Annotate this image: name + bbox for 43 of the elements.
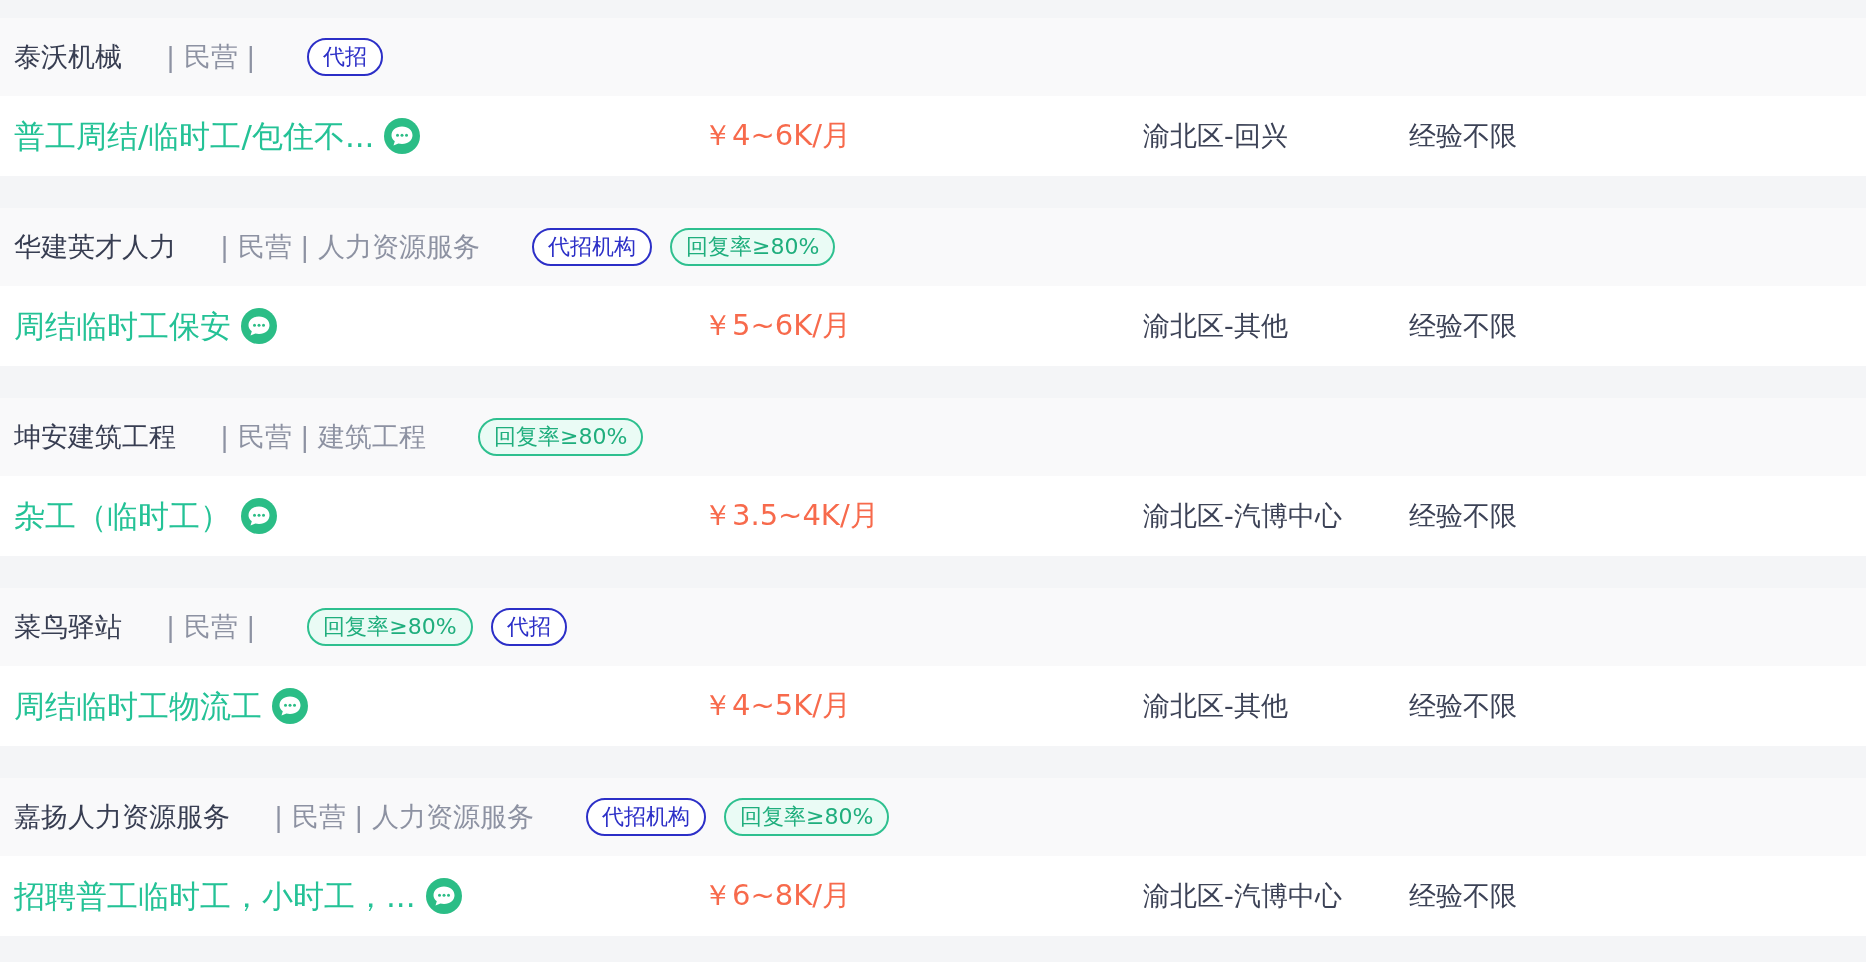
company-name: 嘉扬人力资源服务 (14, 799, 230, 834)
company-name: 坤安建筑工程 (14, 419, 176, 454)
company-name: 华建英才人力 (14, 229, 176, 264)
chat-icon[interactable] (241, 308, 277, 344)
experience-text: 经验不限 (1409, 119, 1517, 151)
salary-text: ￥5~6K/月 (703, 308, 851, 343)
location-text: 渝北区-回兴 (1143, 119, 1288, 151)
salary-text: ￥6~8K/月 (703, 878, 851, 913)
chat-icon[interactable] (241, 498, 277, 534)
reply-rate-tag: 回复率≥80% (477, 418, 644, 456)
agency-tag: 代招 (490, 608, 567, 646)
job-title-link[interactable]: 杂工（临时工） (14, 492, 231, 540)
job-title-link[interactable]: 周结临时工物流工 (14, 682, 262, 730)
salary-text: ￥4~5K/月 (703, 688, 851, 723)
company-name: 菜鸟驿站 (14, 609, 122, 644)
salary-text: ￥3.5~4K/月 (703, 498, 879, 533)
location-text: 渝北区-汽博中心 (1143, 499, 1342, 531)
experience-text: 经验不限 (1409, 499, 1517, 531)
job-title-link[interactable]: 招聘普工临时工，小时工，... (14, 872, 416, 920)
chat-icon[interactable] (384, 118, 421, 154)
company-info-text: | 民营 | (166, 609, 256, 645)
reply-rate-tag: 回复率≥80% (723, 798, 890, 836)
chat-icon[interactable] (272, 688, 308, 724)
experience-text: 经验不限 (1409, 309, 1517, 341)
company-name: 泰沃机械 (14, 39, 122, 74)
chat-icon[interactable] (425, 878, 462, 914)
location-text: 渝北区-其他 (1143, 309, 1288, 341)
company-info-text: | 民营 | 人力资源服务 (274, 799, 534, 835)
reply-rate-tag: 回复率≥80% (669, 228, 836, 266)
reply-rate-tag: 回复率≥80% (307, 608, 473, 646)
agency-tag: 代招 (307, 38, 384, 76)
job-title-link[interactable]: 周结临时工保安 (14, 302, 231, 350)
location-text: 渝北区-汽博中心 (1143, 879, 1342, 911)
company-info-text: | 民营 | (166, 39, 256, 75)
experience-text: 经验不限 (1409, 689, 1517, 721)
agency-tag: 代招机构 (585, 798, 706, 836)
experience-text: 经验不限 (1409, 879, 1517, 911)
agency-tag: 代招机构 (531, 228, 652, 266)
company-info-text: | 民营 | 建筑工程 (220, 419, 426, 455)
salary-text: ￥4~6K/月 (703, 118, 851, 153)
location-text: 渝北区-其他 (1143, 689, 1288, 721)
job-title-link[interactable]: 普工周结/临时工/包住不... (14, 112, 375, 160)
company-info-text: | 民营 | 人力资源服务 (220, 229, 480, 265)
